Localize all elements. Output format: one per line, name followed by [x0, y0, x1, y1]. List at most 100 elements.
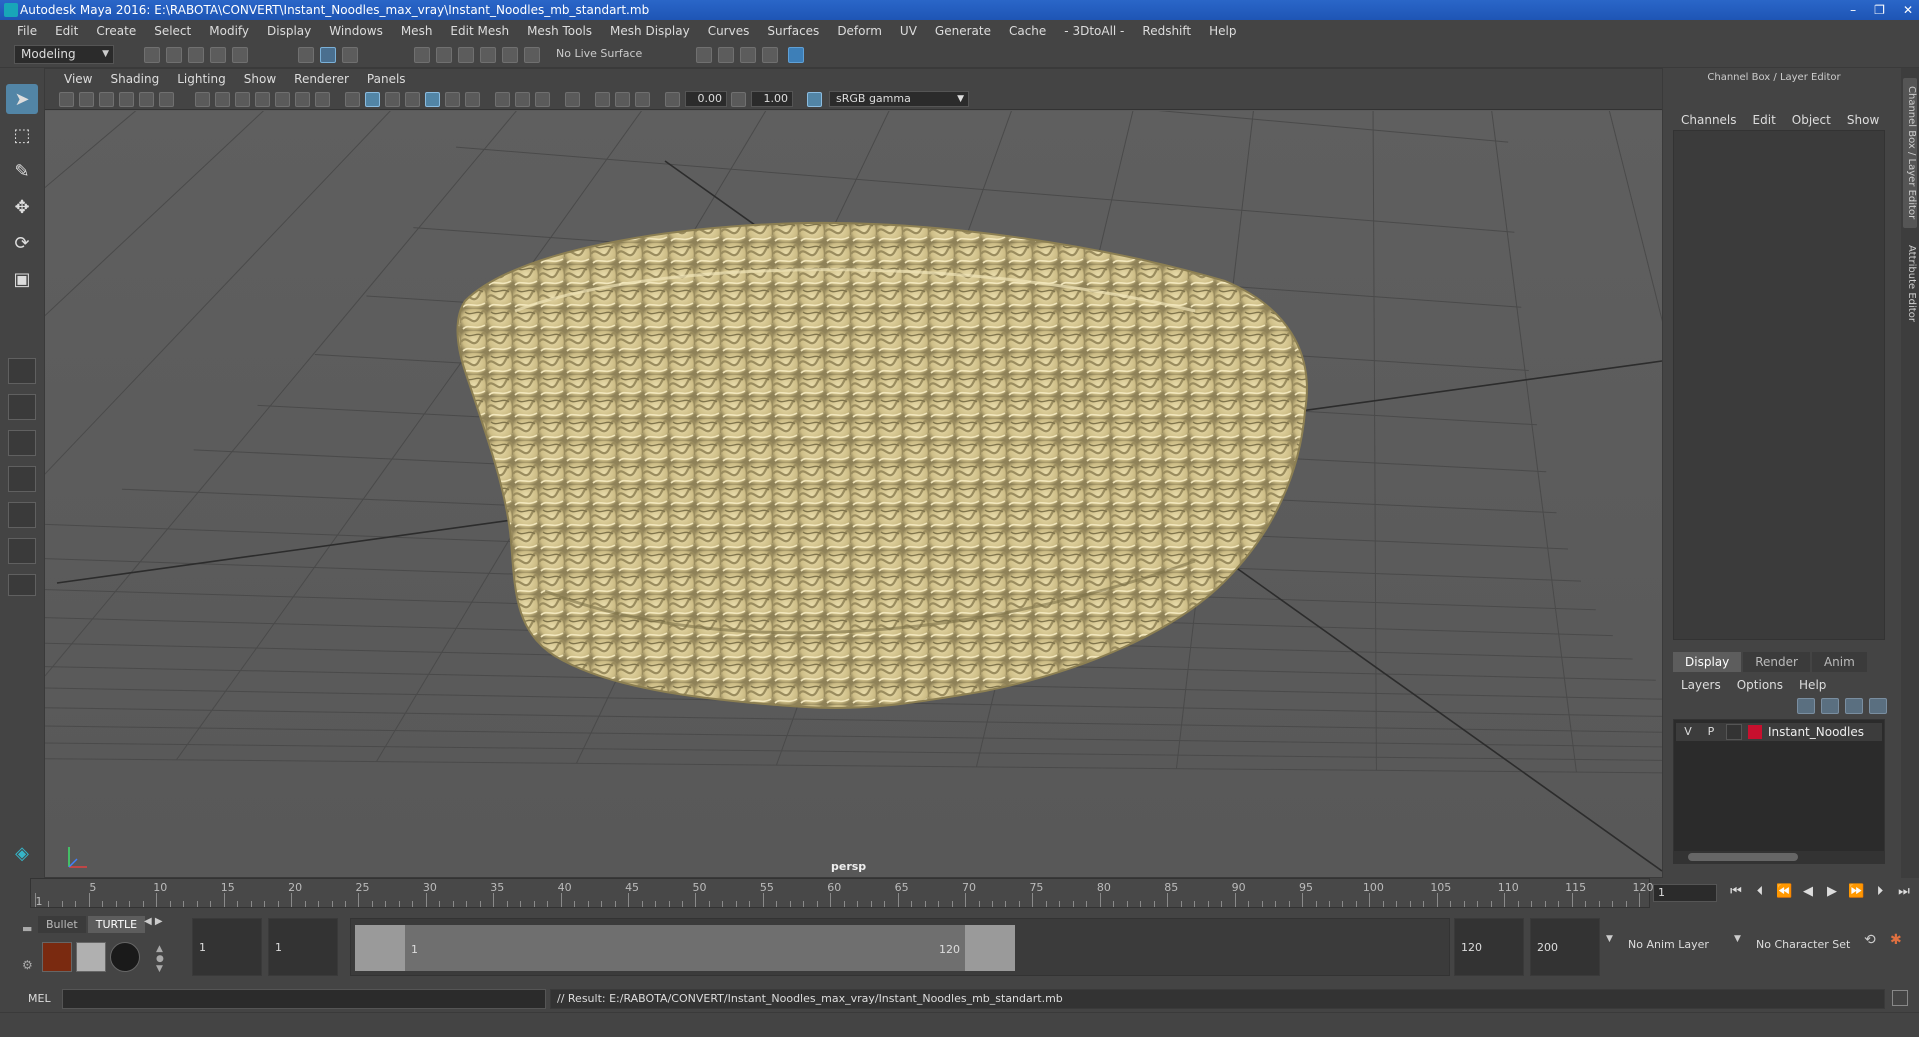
layer-menu-options[interactable]: Options: [1729, 678, 1791, 692]
channel-box-side-tab[interactable]: Channel Box / Layer Editor: [1903, 78, 1917, 228]
viewport-menu-panels[interactable]: Panels: [358, 72, 415, 86]
move-layer-down-icon[interactable]: [1821, 698, 1839, 714]
isolate-select-icon[interactable]: [565, 92, 580, 107]
shelf-settings-icon[interactable]: ⚙: [22, 958, 33, 972]
menu-uv[interactable]: UV: [891, 20, 926, 42]
open-scene-icon[interactable]: [166, 47, 182, 63]
field-chart-icon[interactable]: [275, 92, 290, 107]
step-back-key-icon[interactable]: ⏪: [1776, 884, 1792, 899]
persp-viewport-scene[interactable]: persp: [0, 0, 1919, 877]
image-plane-icon[interactable]: [119, 92, 134, 107]
start-time-field[interactable]: 1: [192, 918, 262, 976]
viewport-menu-renderer[interactable]: Renderer: [285, 72, 358, 86]
playback-start-field[interactable]: 1: [268, 918, 338, 976]
rotate-tool-icon[interactable]: ⟳: [6, 228, 38, 258]
layer-menu-help[interactable]: Help: [1791, 678, 1834, 692]
move-tool-icon[interactable]: ✥: [6, 192, 38, 222]
motion-blur-icon[interactable]: [495, 92, 510, 107]
menu-edit-mesh[interactable]: Edit Mesh: [441, 20, 518, 42]
smooth-shade-icon[interactable]: [365, 92, 380, 107]
make-live-icon[interactable]: [524, 47, 540, 63]
command-input[interactable]: [62, 989, 546, 1009]
wireframe-icon[interactable]: [345, 92, 360, 107]
menu-mesh-tools[interactable]: Mesh Tools: [518, 20, 601, 42]
layer-tab-render[interactable]: Render: [1743, 652, 1810, 672]
snap-point-icon[interactable]: [458, 47, 474, 63]
menu-set-dropdown[interactable]: Modeling ▼: [14, 45, 114, 64]
film-gate-icon[interactable]: [215, 92, 230, 107]
step-back-frame-icon[interactable]: ⏴: [1752, 884, 1768, 899]
scale-tool-icon[interactable]: ▣: [6, 264, 38, 294]
textured-icon[interactable]: [405, 92, 420, 107]
layer-tab-display[interactable]: Display: [1673, 652, 1742, 672]
bookmark-icon[interactable]: [99, 92, 114, 107]
grease-pencil-icon[interactable]: [159, 92, 174, 107]
menu-deform[interactable]: Deform: [828, 20, 891, 42]
expand-layouts-icon[interactable]: [8, 574, 36, 596]
lasso-tool-icon[interactable]: ⬚: [6, 120, 38, 150]
shelf-render-icon[interactable]: [76, 942, 106, 972]
menu-cache[interactable]: Cache: [1000, 20, 1055, 42]
save-scene-icon[interactable]: [188, 47, 204, 63]
channel-box-menu-edit[interactable]: Edit: [1745, 113, 1784, 127]
two-d-pan-icon[interactable]: [139, 92, 154, 107]
anim-preferences-icon[interactable]: ✱: [1890, 932, 1902, 948]
anim-layer-dropdown[interactable]: No Anim Layer: [1628, 938, 1709, 951]
xray-icon[interactable]: [595, 92, 610, 107]
go-to-start-icon[interactable]: ⏮: [1728, 884, 1744, 899]
menu-help[interactable]: Help: [1200, 20, 1245, 42]
two-pane-stacked-layout-icon[interactable]: [8, 466, 36, 492]
snap-curve-icon[interactable]: [436, 47, 452, 63]
channel-box-menu-show[interactable]: Show: [1839, 113, 1887, 127]
menu-surfaces[interactable]: Surfaces: [758, 20, 828, 42]
gate-mask-icon[interactable]: [255, 92, 270, 107]
end-time-field[interactable]: 200: [1530, 918, 1600, 976]
range-end-handle[interactable]: [965, 925, 1015, 971]
hypershade-icon[interactable]: [762, 47, 778, 63]
current-frame-field[interactable]: 1: [1653, 884, 1717, 902]
layer-menu-layers[interactable]: Layers: [1673, 678, 1729, 692]
shelf-scroll-icon[interactable]: ▲ ● ▼: [156, 944, 164, 974]
menu-select[interactable]: Select: [145, 20, 200, 42]
menu-curves[interactable]: Curves: [699, 20, 759, 42]
shelf-fire-icon[interactable]: [42, 942, 72, 972]
minimize-button[interactable]: –: [1850, 0, 1856, 20]
snap-grid-icon[interactable]: [414, 47, 430, 63]
channel-box-list[interactable]: [1673, 130, 1885, 640]
shelf-sphere-icon[interactable]: [110, 942, 140, 972]
render-settings-icon[interactable]: [740, 47, 756, 63]
restore-button[interactable]: ❐: [1874, 0, 1885, 20]
exposure-field[interactable]: 0.00: [685, 91, 727, 107]
select-tool-icon[interactable]: ➤: [6, 84, 38, 114]
render-view-icon[interactable]: [788, 47, 804, 63]
new-empty-layer-icon[interactable]: [1845, 698, 1863, 714]
playback-end-field[interactable]: 120: [1454, 918, 1524, 976]
wireframe-on-shaded-icon[interactable]: [385, 92, 400, 107]
auto-key-icon[interactable]: ⟲: [1864, 932, 1876, 948]
layer-list-scrollbar[interactable]: [1674, 851, 1884, 863]
redo-icon[interactable]: [232, 47, 248, 63]
grid-icon[interactable]: [195, 92, 210, 107]
viewport-menu-shading[interactable]: Shading: [101, 72, 168, 86]
menu-windows[interactable]: Windows: [320, 20, 392, 42]
attribute-editor-side-tab[interactable]: Attribute Editor: [1903, 238, 1917, 328]
xray-components-icon[interactable]: [635, 92, 650, 107]
depth-of-field-icon[interactable]: [535, 92, 550, 107]
gamma-icon[interactable]: [731, 92, 746, 107]
render-frame-icon[interactable]: [696, 47, 712, 63]
move-layer-up-icon[interactable]: [1797, 698, 1815, 714]
shadows-icon[interactable]: [445, 92, 460, 107]
shelf-menu-icon[interactable]: ▬: [22, 922, 32, 935]
select-hierarchy-icon[interactable]: [298, 47, 314, 63]
outliner-graph-layout-icon[interactable]: [8, 538, 36, 564]
snap-view-plane-icon[interactable]: [480, 47, 496, 63]
paint-select-tool-icon[interactable]: ✎: [6, 156, 38, 186]
four-pane-layout-icon[interactable]: [8, 394, 36, 420]
use-all-lights-icon[interactable]: [425, 92, 440, 107]
shelf-tab-bullet[interactable]: Bullet: [38, 916, 86, 933]
character-set-dropdown[interactable]: No Character Set: [1756, 938, 1850, 951]
gamma-field[interactable]: 1.00: [751, 91, 793, 107]
menu-display[interactable]: Display: [258, 20, 320, 42]
time-slider-bar[interactable]: 1 5 10 15 20 25 30 35 40 45 50 55 60 65 70 75 80 85 90 95 10…: [30, 878, 1654, 908]
camera-icon[interactable]: [79, 92, 94, 107]
